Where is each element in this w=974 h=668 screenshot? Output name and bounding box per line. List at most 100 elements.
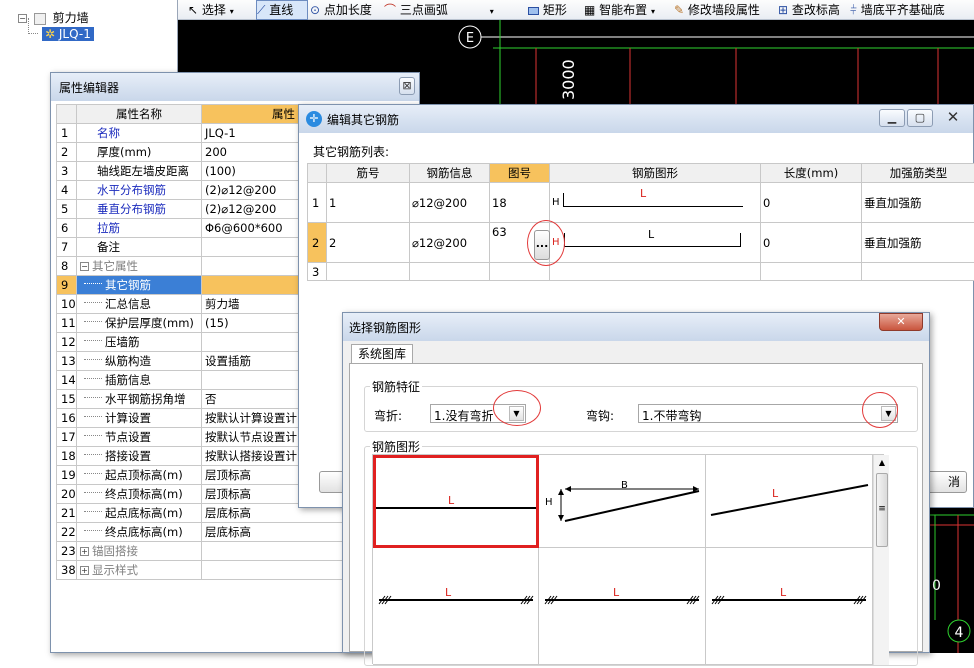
annotation-ellipse: [493, 390, 541, 426]
bar-no-cell[interactable]: 2: [327, 223, 410, 263]
shape-cell[interactable]: [550, 263, 761, 281]
property-name[interactable]: 其它钢筋: [77, 276, 202, 295]
point-length-button[interactable]: ⊙ 点加长度: [310, 0, 372, 20]
bar-no-cell[interactable]: [327, 263, 410, 281]
rebar-row[interactable]: 3: [308, 263, 974, 281]
property-editor-titlebar[interactable]: 属性编辑器 ⊠: [51, 73, 419, 101]
close-icon[interactable]: ✕: [879, 313, 923, 331]
expand-icon[interactable]: +: [80, 566, 89, 575]
property-name[interactable]: 保护层厚度(mm): [77, 314, 202, 333]
modify-segment-label: 修改墙段属性: [688, 3, 760, 17]
property-name[interactable]: 终点顶标高(m): [77, 485, 202, 504]
tree-child[interactable]: ✲ JLQ-1: [42, 26, 94, 42]
bar-info-cell[interactable]: [410, 263, 490, 281]
select-button[interactable]: ↖ 选择 ▾: [188, 0, 234, 20]
property-name[interactable]: 厚度(mm): [77, 143, 202, 162]
minimize-icon[interactable]: ▁: [879, 109, 905, 127]
property-name[interactable]: 垂直分布钢筋: [77, 200, 202, 219]
bar-info-cell[interactable]: ⌀12@200: [410, 183, 490, 223]
scroll-up-icon[interactable]: ▲: [874, 455, 890, 471]
rebar-row[interactable]: 2 2 ⌀12@200 63 ... H L 0 垂直加强筋: [308, 223, 974, 263]
col-bar-no[interactable]: 筋号: [327, 164, 410, 183]
property-name[interactable]: 水平分布钢筋: [77, 181, 202, 200]
modify-segment-button[interactable]: ✎ 修改墙段属性: [674, 0, 760, 20]
type-cell[interactable]: [862, 263, 974, 281]
maximize-icon[interactable]: ▢: [907, 109, 933, 127]
tree-branch: [84, 524, 102, 531]
close-icon[interactable]: ✕: [937, 109, 969, 127]
property-name[interactable]: 名称: [77, 124, 202, 143]
property-name[interactable]: 搭接设置: [77, 447, 202, 466]
bar-no-cell[interactable]: 1: [327, 183, 410, 223]
property-name[interactable]: 终点底标高(m): [77, 523, 202, 542]
shape-L-label: L: [648, 228, 654, 241]
shape-grid-scrollbar[interactable]: ▲ ≡: [873, 455, 889, 665]
shape-cell[interactable]: H L: [550, 223, 761, 263]
row-number: 19: [57, 466, 77, 485]
type-cell[interactable]: 垂直加强筋: [862, 223, 974, 263]
bar-info-cell[interactable]: ⌀12@200: [410, 223, 490, 263]
property-name[interactable]: 起点底标高(m): [77, 504, 202, 523]
row-number: 16: [57, 409, 77, 428]
col-shape[interactable]: 钢筋图形: [550, 164, 761, 183]
property-name-label: 插筋信息: [105, 373, 151, 387]
shape-straight-hooked[interactable]: L: [373, 548, 539, 665]
shape-straight-hooked[interactable]: L: [706, 548, 873, 665]
check-elevation-button[interactable]: ⊞ 查改标高: [778, 0, 840, 20]
scroll-thumb[interactable]: ≡: [876, 473, 888, 547]
shape-sloped-with-hb[interactable]: B H: [539, 455, 706, 548]
collapse-icon[interactable]: −: [80, 262, 89, 271]
bend-value: 1.没有弯折: [434, 407, 493, 424]
row-number: 4: [57, 181, 77, 200]
type-cell[interactable]: 垂直加强筋: [862, 183, 974, 223]
property-name[interactable]: 节点设置: [77, 428, 202, 447]
col-fig[interactable]: 图号: [490, 164, 550, 183]
rect-button[interactable]: 矩形: [528, 0, 567, 20]
smart-layout-button[interactable]: ▦ 智能布置 ▾: [584, 0, 655, 20]
property-name-label: 保护层厚度(mm): [105, 316, 194, 330]
line-button[interactable]: ⟋ 直线: [256, 0, 308, 20]
property-name[interactable]: 备注: [77, 238, 202, 257]
shape-diagonal[interactable]: L: [706, 455, 873, 548]
smart-layout-label: 智能布置: [599, 3, 647, 17]
shape-cell[interactable]: L H: [550, 183, 761, 223]
length-cell[interactable]: [761, 263, 862, 281]
edit-rebar-titlebar[interactable]: ✛ 编辑其它钢筋 ▁ ▢ ✕: [299, 105, 973, 133]
close-icon[interactable]: ⊠: [399, 77, 415, 95]
property-name[interactable]: 纵筋构造: [77, 352, 202, 371]
length-cell[interactable]: 0: [761, 183, 862, 223]
wall-bottom-button[interactable]: ⫩ 墙底平齐基础底: [850, 0, 945, 20]
property-name[interactable]: 插筋信息: [77, 371, 202, 390]
hook-select[interactable]: 1.不带弯钩 ▼: [638, 404, 898, 423]
header-name[interactable]: 属性名称: [77, 105, 202, 124]
tree-branch: [84, 315, 102, 322]
property-name[interactable]: 起点顶标高(m): [77, 466, 202, 485]
property-name-label: 显示样式: [92, 563, 138, 577]
property-name[interactable]: 压墙筋: [77, 333, 202, 352]
rebar-row[interactable]: 1 1 ⌀12@200 18 L H 0 垂直加强筋: [308, 183, 974, 223]
property-name[interactable]: −其它属性: [77, 257, 202, 276]
property-name[interactable]: 计算设置: [77, 409, 202, 428]
select-shape-titlebar[interactable]: 选择钢筋图形 ✕: [343, 313, 929, 341]
col-type[interactable]: 加强筋类型: [862, 164, 974, 183]
property-name[interactable]: 拉筋: [77, 219, 202, 238]
arc-button[interactable]: ⌒ 三点画弧 ▾: [384, 0, 494, 20]
property-name[interactable]: 水平钢筋拐角增: [77, 390, 202, 409]
col-info[interactable]: 钢筋信息: [410, 164, 490, 183]
property-name[interactable]: 轴线距左墙皮距离: [77, 162, 202, 181]
expand-icon[interactable]: +: [80, 547, 89, 556]
collapse-icon[interactable]: −: [18, 14, 27, 23]
dim-label-3000: 3000: [559, 59, 578, 100]
property-name[interactable]: 汇总信息: [77, 295, 202, 314]
tab-system-library[interactable]: 系统图库: [351, 344, 413, 364]
fig-cell[interactable]: 18: [490, 183, 550, 223]
col-length[interactable]: 长度(mm): [761, 164, 862, 183]
tree-child-selected[interactable]: ✲ JLQ-1: [42, 27, 94, 41]
length-cell[interactable]: 0: [761, 223, 862, 263]
shape-straight-hooked[interactable]: L: [539, 548, 706, 665]
property-name-label: 节点设置: [105, 430, 151, 444]
shape-straight[interactable]: L: [373, 455, 539, 548]
property-name[interactable]: +锚固搭接: [77, 542, 202, 561]
row-number: 8: [57, 257, 77, 276]
property-name[interactable]: +显示样式: [77, 561, 202, 580]
